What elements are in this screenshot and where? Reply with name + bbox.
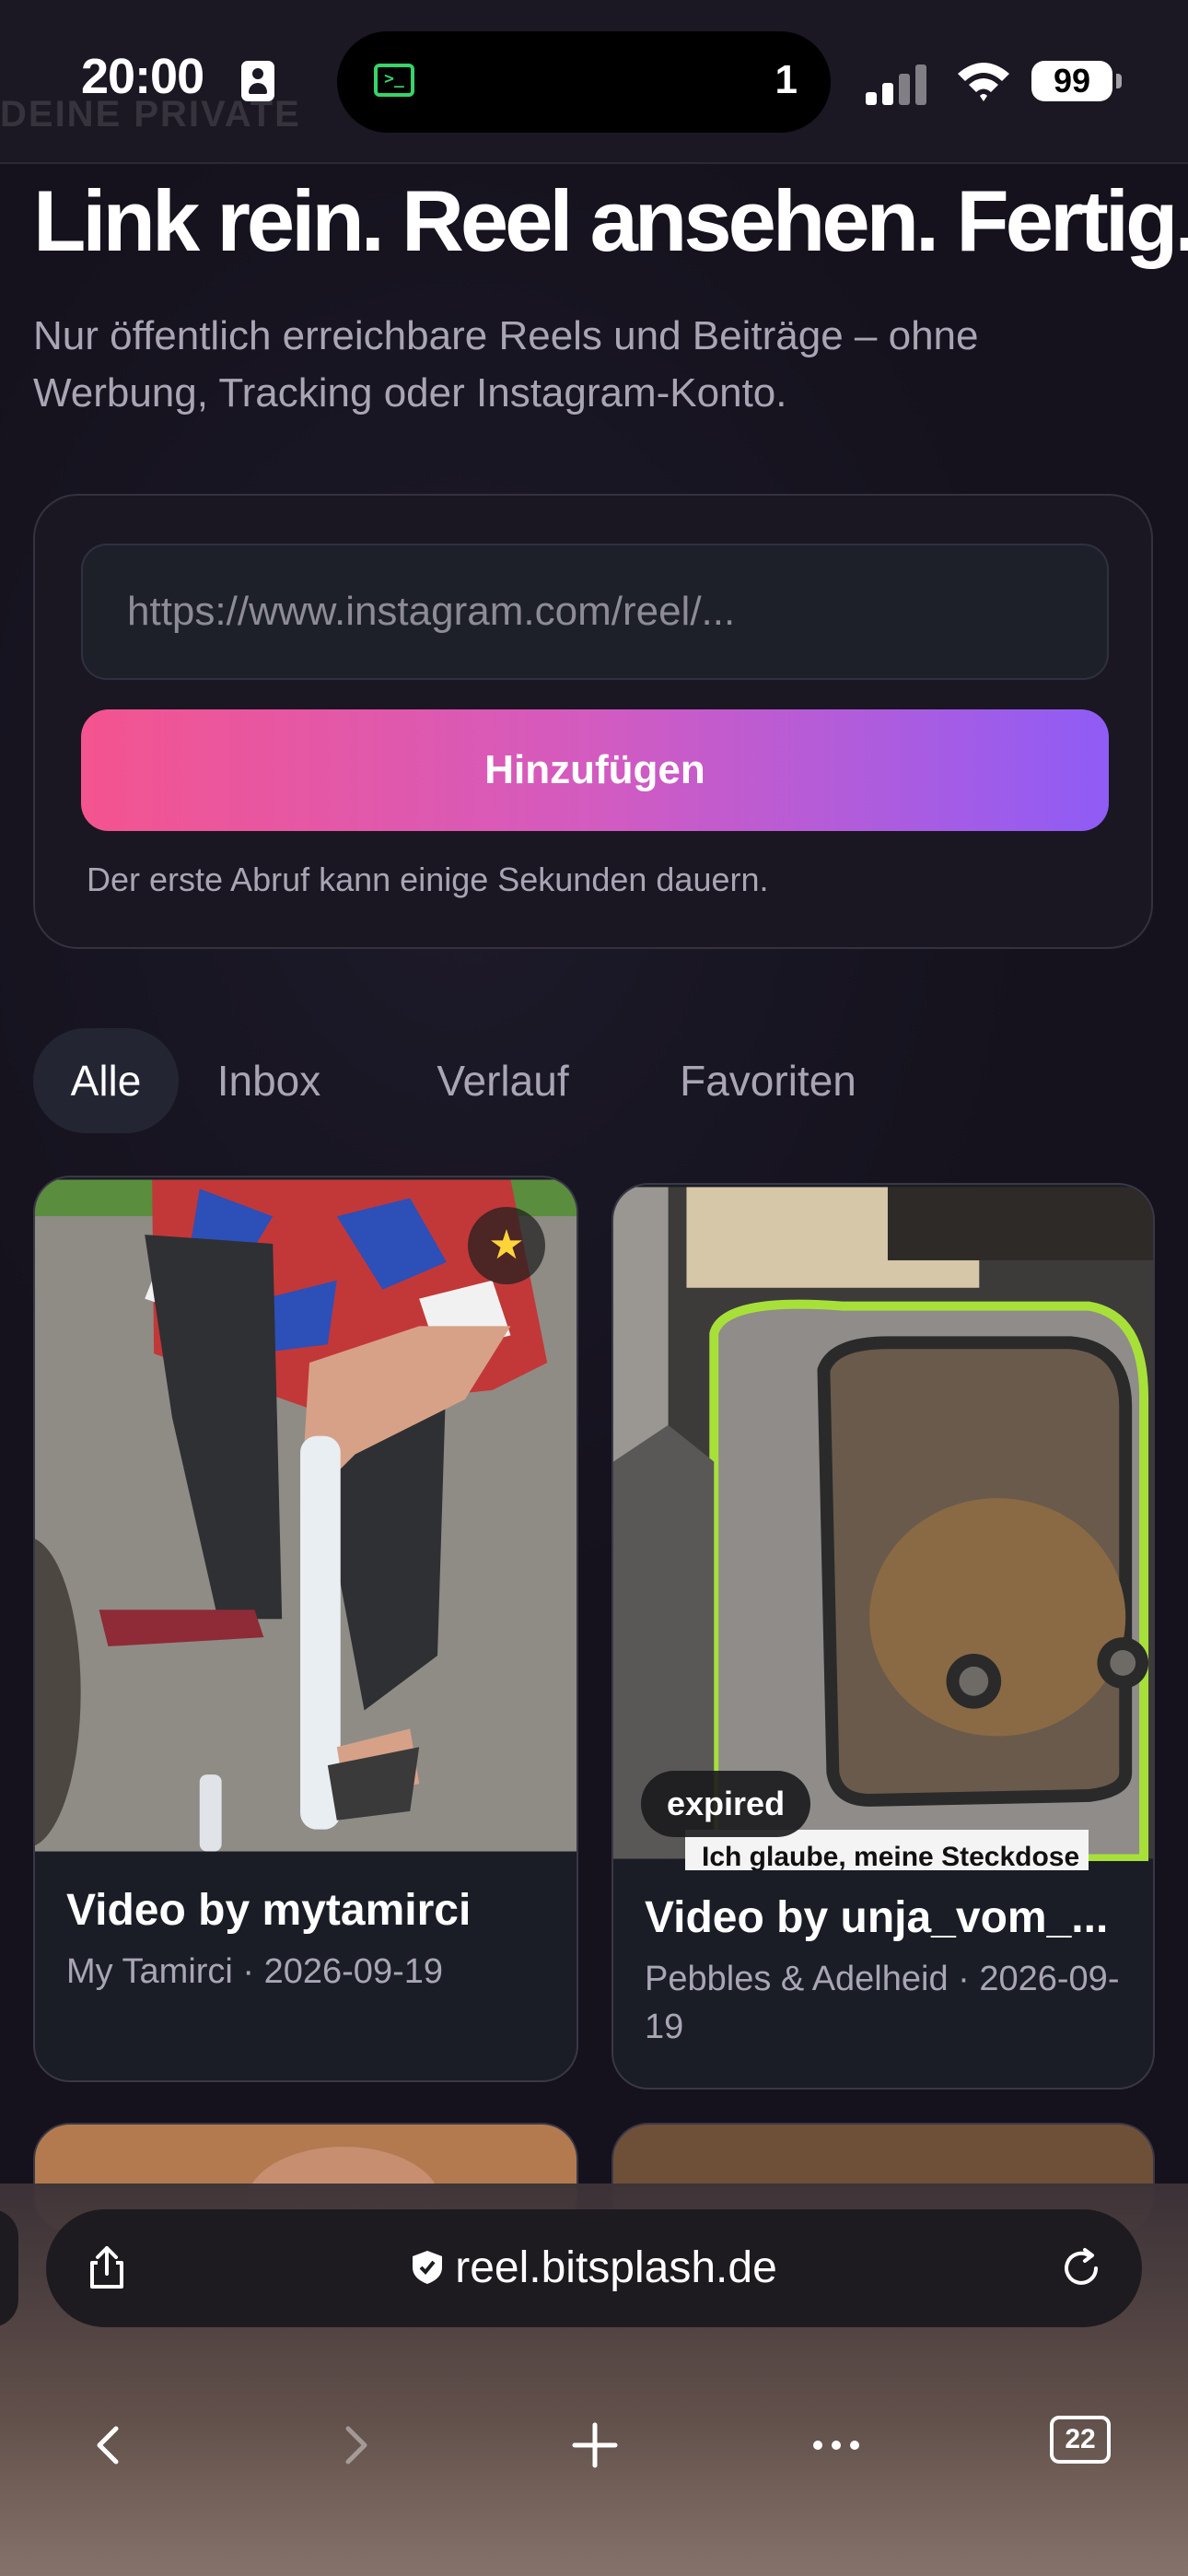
reel-card[interactable]: Ich glaube, meine Steckdose expired Vide… bbox=[611, 1183, 1155, 2090]
browser-toolbar: reel.bitsplash.de 22 bbox=[0, 2184, 1188, 2576]
address-bar[interactable]: reel.bitsplash.de bbox=[46, 2209, 1142, 2327]
island-count: 1 bbox=[775, 57, 798, 102]
tab-favoriten[interactable]: Favoriten bbox=[669, 1028, 868, 1133]
battery-tip bbox=[1116, 74, 1122, 88]
status-bar: DEINE PRIVATE 20:00 >_ 1 99 bbox=[0, 0, 1188, 164]
previous-tab-preview[interactable] bbox=[0, 2209, 18, 2327]
back-icon[interactable] bbox=[74, 2408, 147, 2482]
terminal-icon: >_ bbox=[374, 64, 414, 97]
form-note: Der erste Abruf kann einige Sekunden dau… bbox=[87, 861, 769, 898]
dynamic-island[interactable]: >_ 1 bbox=[337, 31, 831, 133]
card-meta: Pebbles & Adelheid · 2026-09-19 bbox=[645, 1960, 1120, 2046]
battery-level: 99 bbox=[1031, 61, 1112, 101]
add-reel-form: Hinzufügen Der erste Abruf kann einige S… bbox=[33, 494, 1153, 949]
add-button[interactable]: Hinzufügen bbox=[81, 709, 1109, 831]
page-subtitle: Nur öffentlich erreichbare Reels und Bei… bbox=[33, 313, 979, 416]
reel-url-input[interactable] bbox=[81, 544, 1109, 680]
reel-thumbnail bbox=[613, 1187, 1153, 1861]
reload-icon[interactable] bbox=[1057, 2244, 1105, 2292]
focus-contact-icon bbox=[241, 61, 274, 101]
domain-text: reel.bitsplash.de bbox=[455, 2243, 777, 2292]
forward-icon[interactable] bbox=[317, 2408, 390, 2482]
clock: 20:00 bbox=[81, 49, 204, 104]
favorite-star-icon[interactable]: ★ bbox=[468, 1207, 545, 1284]
card-meta: My Tamirci · 2026-09-19 bbox=[66, 1952, 444, 1991]
more-icon[interactable] bbox=[799, 2408, 873, 2482]
url-display[interactable]: reel.bitsplash.de bbox=[46, 2242, 1142, 2293]
card-title: Video by mytamirci bbox=[66, 1886, 472, 1935]
tab-verlauf[interactable]: Verlauf bbox=[429, 1028, 577, 1133]
cellular-signal-icon bbox=[866, 63, 932, 105]
reel-card[interactable]: ★ Video by mytamirci My Tamirci · 2026-0… bbox=[33, 1176, 578, 2082]
page-title: Link rein. Reel ansehen. Fertig. bbox=[33, 172, 1188, 269]
expired-badge: expired bbox=[641, 1771, 811, 1837]
battery-icon: 99 bbox=[1031, 61, 1122, 101]
tab-alle[interactable]: Alle bbox=[33, 1028, 179, 1133]
card-title: Video by unja_vom_... bbox=[645, 1893, 1109, 1942]
wifi-icon bbox=[958, 63, 1009, 101]
tab-inbox[interactable]: Inbox bbox=[210, 1028, 328, 1133]
shield-icon bbox=[413, 2251, 443, 2284]
new-tab-icon[interactable] bbox=[558, 2408, 632, 2482]
tabs-overview-button[interactable]: 22 bbox=[1050, 2416, 1111, 2464]
